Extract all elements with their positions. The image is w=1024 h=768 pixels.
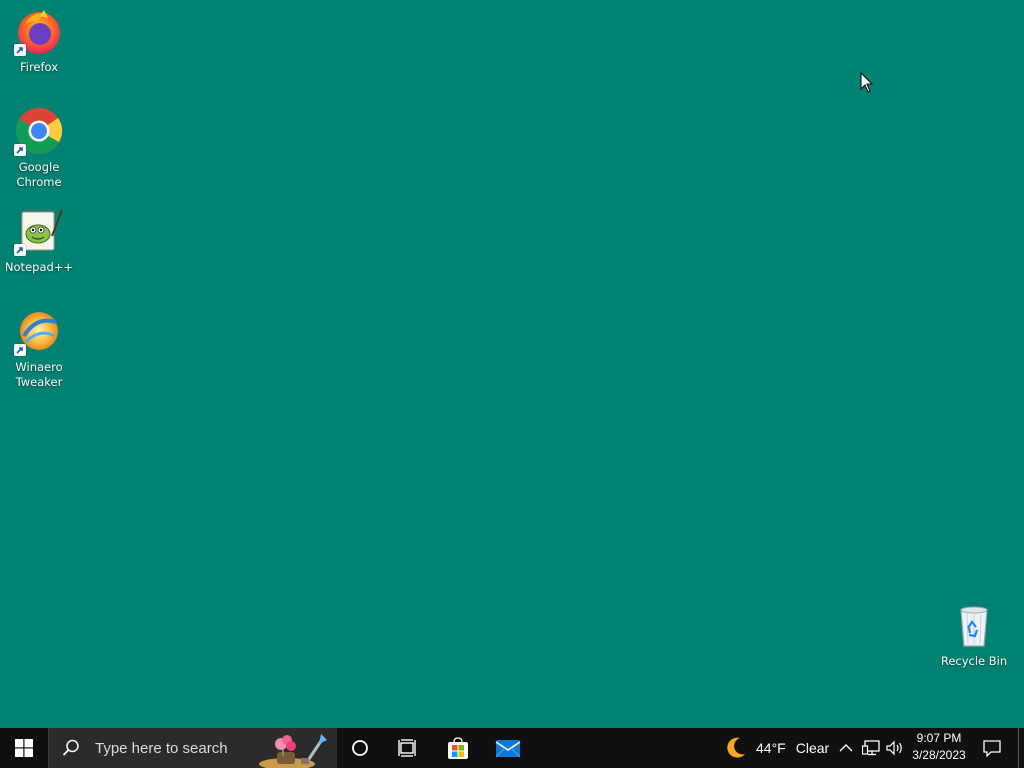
task-view-button[interactable]	[384, 728, 432, 768]
weather-widget[interactable]: 44°F Clear	[722, 728, 829, 768]
volume-icon	[886, 740, 902, 756]
desktop-icon-label: Firefox	[19, 60, 59, 74]
desktop-icon-firefox[interactable]: Firefox	[2, 6, 76, 75]
desktop-icon-label: Notepad++	[4, 260, 74, 274]
windows-logo-icon	[15, 739, 33, 757]
taskbar: Type here to search 44°F Clear 9:07 PM 3…	[0, 728, 1024, 768]
moon-icon	[727, 737, 745, 758]
desktop-icon-chrome[interactable]: Google Chrome	[2, 106, 76, 190]
cortana-icon	[352, 740, 368, 756]
desktop-icon-label: Google Chrome	[16, 160, 62, 189]
network-icon	[862, 740, 880, 756]
desktop-icon-winaero-tweaker[interactable]: Winaero Tweaker	[2, 306, 76, 390]
mail-icon	[495, 740, 521, 758]
desktop-icon-notepad-plus-plus[interactable]: Notepad++	[2, 206, 76, 275]
weather-condition: Clear	[795, 740, 830, 756]
action-center-icon	[983, 740, 1001, 757]
microsoft-store-button[interactable]	[434, 728, 482, 768]
network-button[interactable]	[860, 728, 882, 768]
shortcut-arrow-icon	[14, 244, 26, 256]
chrome-icon	[14, 106, 64, 156]
search-box[interactable]: Type here to search	[48, 728, 337, 768]
chevron-up-icon	[839, 744, 853, 752]
search-icon	[62, 739, 79, 756]
clock[interactable]: 9:07 PM 3/28/2023	[906, 730, 972, 766]
shortcut-arrow-icon	[14, 344, 26, 356]
desktop-icon-label: Recycle Bin	[940, 654, 1008, 668]
desktop-icon-recycle-bin[interactable]: Recycle Bin	[937, 600, 1011, 669]
weather-temperature: 44°F	[756, 740, 786, 756]
shortcut-arrow-icon	[14, 144, 26, 156]
desktop[interactable]: Firefox Google Chrome Notepad++ Winaero …	[0, 0, 1024, 728]
show-hidden-icons-button[interactable]	[836, 728, 856, 768]
microsoft-store-icon	[448, 737, 468, 759]
cortana-button[interactable]	[336, 728, 384, 768]
clock-date: 3/28/2023	[912, 748, 966, 762]
start-button[interactable]	[0, 728, 48, 768]
desktop-icon-label: Winaero Tweaker	[15, 360, 63, 389]
search-placeholder: Type here to search	[95, 739, 228, 757]
mail-button[interactable]	[484, 728, 532, 768]
notepad-plus-plus-icon	[14, 206, 64, 256]
mouse-cursor-icon	[860, 72, 874, 93]
volume-button[interactable]	[884, 728, 906, 768]
show-desktop-button[interactable]	[1018, 728, 1024, 768]
recycle-bin-icon	[949, 600, 999, 650]
search-highlight-icon	[259, 734, 327, 768]
firefox-icon	[14, 6, 64, 56]
task-view-icon	[398, 739, 416, 757]
clock-time: 9:07 PM	[916, 731, 962, 745]
action-center-button[interactable]	[972, 728, 1012, 768]
shortcut-arrow-icon	[14, 44, 26, 56]
winaero-tweaker-icon	[14, 306, 64, 356]
